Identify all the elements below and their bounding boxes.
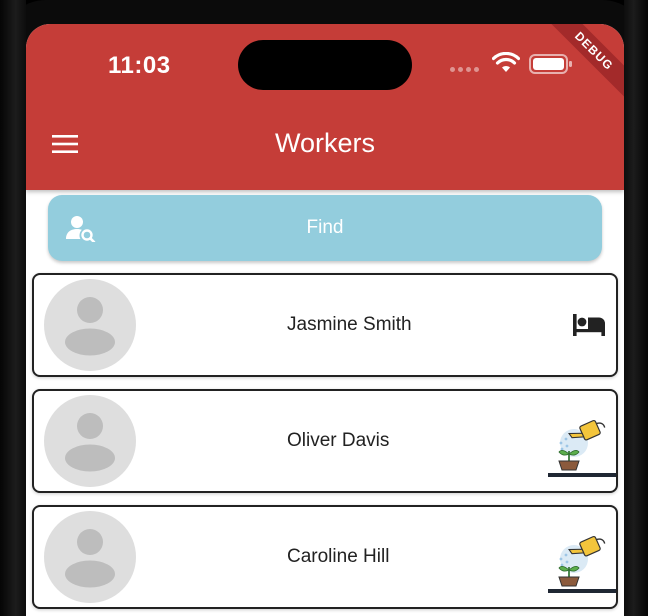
bed-icon <box>573 314 605 336</box>
app-bar: 11:03 DEBUG Workers <box>26 24 624 190</box>
worker-name: Caroline Hill <box>287 546 390 567</box>
default-avatar-icon <box>65 529 115 588</box>
watering-plant-icon <box>548 419 616 477</box>
worker-card[interactable]: Jasmine Smith <box>32 273 618 377</box>
status-time: 11:03 <box>108 52 171 79</box>
cellular-signal-icon <box>450 67 479 72</box>
default-avatar-icon <box>65 413 115 472</box>
default-avatar-icon <box>65 297 115 356</box>
avatar <box>44 511 136 603</box>
page-title: Workers <box>274 128 375 158</box>
worker-card[interactable]: Caroline Hill <box>32 505 618 609</box>
watering-plant-icon <box>548 535 616 593</box>
wifi-icon <box>492 52 520 72</box>
avatar <box>44 395 136 487</box>
app-screen: 11:03 DEBUG Workers Find Jasmine Smith O… <box>26 24 624 616</box>
avatar <box>44 279 136 371</box>
find-button[interactable]: Find <box>48 195 602 261</box>
dynamic-island <box>238 40 412 90</box>
worker-card[interactable]: Oliver Davis <box>32 389 618 493</box>
worker-name: Jasmine Smith <box>287 314 412 335</box>
battery-icon <box>529 54 572 74</box>
worker-name: Oliver Davis <box>287 430 390 451</box>
device-frame-left <box>0 0 26 616</box>
find-button-label: Find <box>306 217 344 238</box>
device-frame-right <box>624 0 648 616</box>
